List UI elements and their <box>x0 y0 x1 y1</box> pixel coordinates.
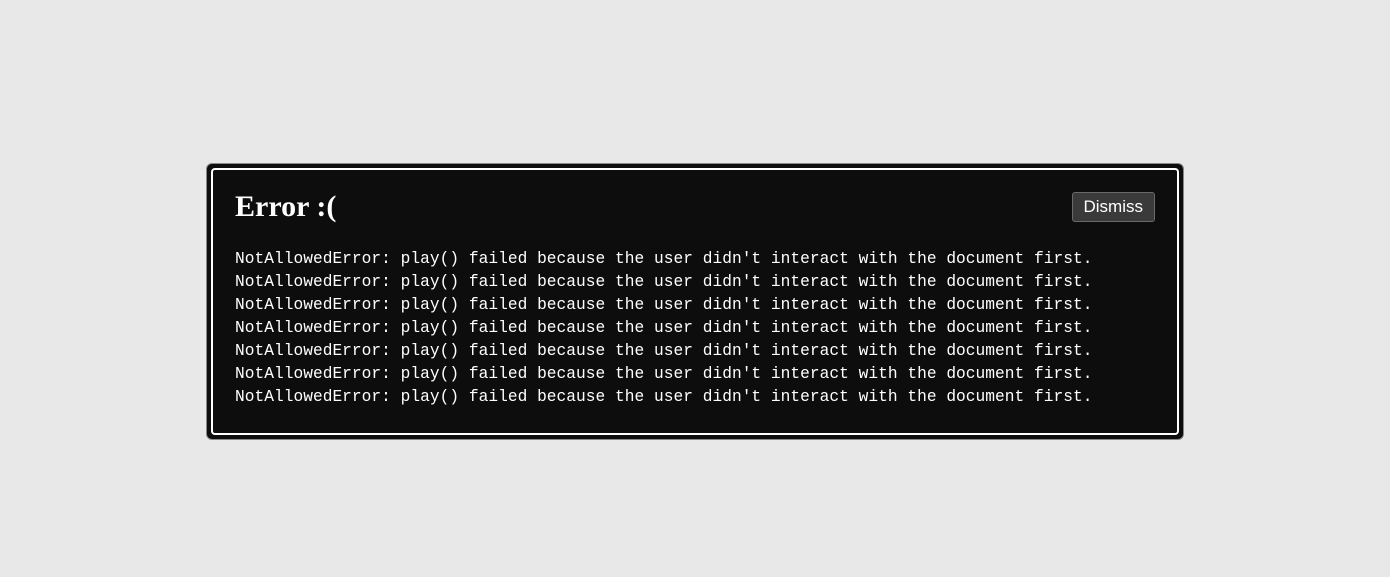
error-message-line: NotAllowedError: play() failed because t… <box>235 271 1155 294</box>
error-message-line: NotAllowedError: play() failed because t… <box>235 340 1155 363</box>
error-message-line: NotAllowedError: play() failed because t… <box>235 386 1155 409</box>
dismiss-button[interactable]: Dismiss <box>1072 192 1156 222</box>
error-message-line: NotAllowedError: play() failed because t… <box>235 248 1155 271</box>
error-messages-container: NotAllowedError: play() failed because t… <box>235 248 1155 409</box>
error-title: Error :( <box>235 192 336 222</box>
error-dialog-inner: Error :( Dismiss NotAllowedError: play()… <box>211 168 1179 435</box>
error-message-line: NotAllowedError: play() failed because t… <box>235 294 1155 317</box>
error-message-line: NotAllowedError: play() failed because t… <box>235 363 1155 386</box>
dialog-header: Error :( Dismiss <box>235 192 1155 222</box>
error-message-line: NotAllowedError: play() failed because t… <box>235 317 1155 340</box>
error-dialog: Error :( Dismiss NotAllowedError: play()… <box>206 163 1184 440</box>
